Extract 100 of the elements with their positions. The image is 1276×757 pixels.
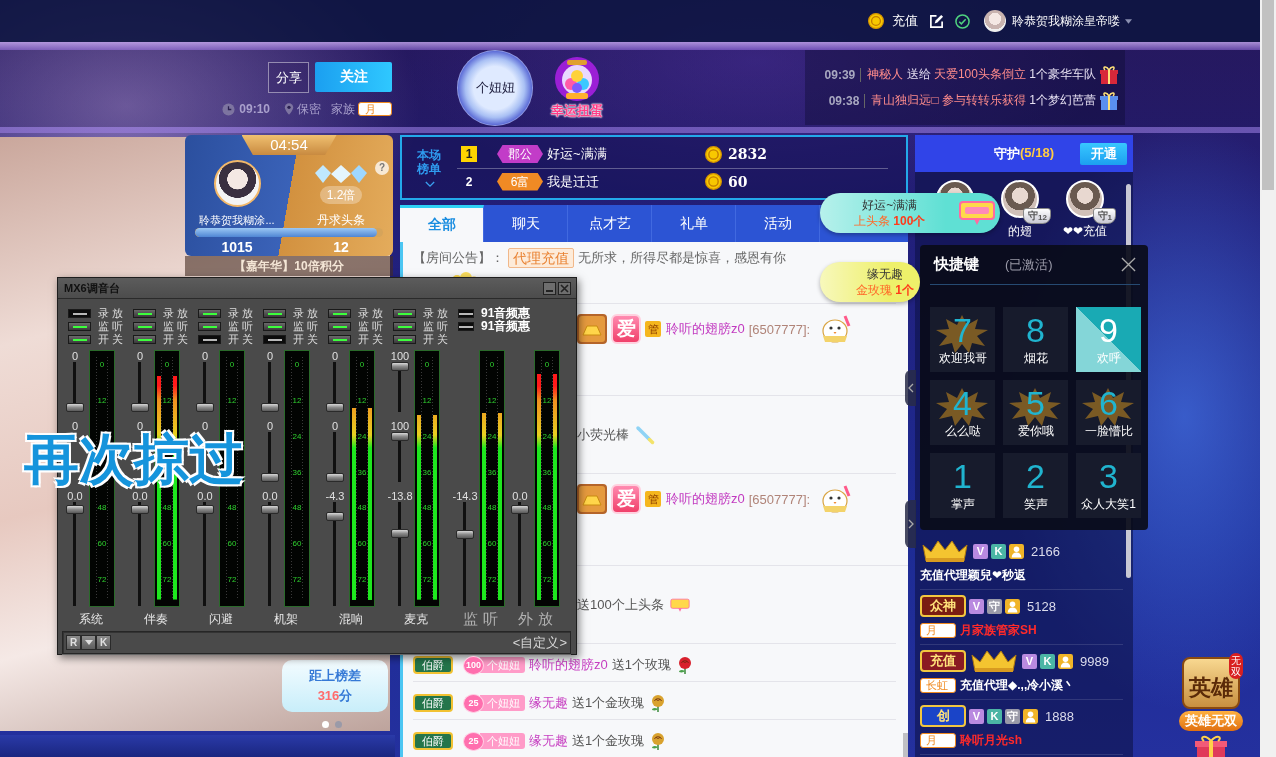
love-badge: 爱 xyxy=(611,314,641,344)
shortcut-key[interactable]: 4 么么哒 xyxy=(930,380,995,445)
slider-thumb[interactable] xyxy=(326,473,344,482)
slider-thumb[interactable] xyxy=(261,473,279,482)
slider-thumb[interactable] xyxy=(326,511,344,521)
slider-thumb[interactable] xyxy=(456,529,474,539)
gap-label: 距上榜差 xyxy=(309,667,361,685)
toggle-switch[interactable] xyxy=(133,309,156,318)
meter-scale-label: 72 xyxy=(227,576,237,584)
family-tag: 月 xyxy=(358,102,392,116)
recharge-button[interactable]: 充值 xyxy=(892,12,918,30)
tab[interactable]: 全部 xyxy=(400,205,484,242)
avatar[interactable] xyxy=(984,10,1006,32)
user-name[interactable]: 聆听的翅膀z0 xyxy=(529,656,608,674)
carousel-dot[interactable] xyxy=(335,721,342,728)
shortcut-key[interactable]: 2 笑声 xyxy=(1003,453,1068,518)
rank-number: 1 xyxy=(461,146,477,162)
toggle-switch[interactable] xyxy=(198,309,221,318)
level-badge: K xyxy=(1040,653,1055,669)
toggle-switch[interactable] xyxy=(328,335,351,344)
fan-club-button[interactable]: 个妞妞 xyxy=(457,50,533,126)
user-name[interactable]: 聆听的翅膀z0 xyxy=(666,490,745,508)
shortcut-key[interactable]: 7 欢迎我哥 xyxy=(930,307,995,372)
toggle-label: 录 放 xyxy=(228,308,254,319)
menu-button[interactable] xyxy=(81,635,96,650)
shortcut-key[interactable]: 6 一脸懵比 xyxy=(1076,380,1141,445)
slider-thumb[interactable] xyxy=(66,504,84,514)
toggle-switch[interactable] xyxy=(328,309,351,318)
user-name[interactable]: 好运~满满 xyxy=(547,145,607,163)
share-button[interactable]: 分享 xyxy=(268,62,309,93)
gift-text: 送1个玫瑰 xyxy=(611,656,671,674)
panel-title: 守护 xyxy=(994,144,1020,163)
viewer-name[interactable]: 充值代理颖兒❤秒返 xyxy=(920,566,1027,584)
viewer-name[interactable]: 充值代理◆.,,冷小溪丶 xyxy=(960,676,1076,694)
check-circle-icon[interactable] xyxy=(955,13,970,29)
toggle-label: 监 听 xyxy=(98,321,124,332)
shortcut-key[interactable]: 5 爱你哦 xyxy=(1003,380,1068,445)
preset-label[interactable]: <自定义> xyxy=(512,633,567,652)
shortcut-key[interactable]: 1 掌声 xyxy=(930,453,995,518)
slider-thumb[interactable] xyxy=(391,432,409,441)
user-name[interactable]: 聆听的翅膀z0 xyxy=(666,320,745,338)
edit-icon[interactable] xyxy=(929,13,944,29)
meter-scale-label: 72 xyxy=(422,576,432,584)
slider-value: 0 xyxy=(331,420,339,432)
toggle-switch[interactable] xyxy=(68,335,91,344)
toggle-switch[interactable] xyxy=(198,322,221,331)
mixer-button[interactable]: R xyxy=(66,635,81,650)
close-button[interactable] xyxy=(558,281,571,295)
close-icon[interactable] xyxy=(1121,257,1136,272)
slider-thumb[interactable] xyxy=(66,403,84,412)
toggle-switch[interactable] xyxy=(263,322,286,331)
help-button[interactable]: ? xyxy=(375,161,389,175)
slider-thumb[interactable] xyxy=(391,528,409,538)
slider-thumb[interactable] xyxy=(511,504,529,514)
toggle-switch[interactable] xyxy=(68,322,91,331)
toggle-switch[interactable] xyxy=(263,335,286,344)
caret-icon[interactable] xyxy=(1125,18,1132,24)
slider-thumb[interactable] xyxy=(131,504,149,514)
toggle-switch[interactable] xyxy=(458,322,474,331)
slider-thumb[interactable] xyxy=(196,504,214,514)
scrollbar-thumb[interactable] xyxy=(903,733,908,757)
toggle-switch[interactable] xyxy=(393,335,416,344)
meter-scale-label: 0 xyxy=(544,361,550,369)
toggle-switch[interactable] xyxy=(133,335,156,344)
user-name[interactable]: 缘无趣 xyxy=(529,732,568,750)
toggle-switch[interactable] xyxy=(393,309,416,318)
slider-thumb[interactable] xyxy=(196,403,214,412)
minimize-button[interactable] xyxy=(543,281,556,295)
shortcut-key[interactable]: 8 烟花 xyxy=(1003,307,1068,372)
meter-scale-label: 48 xyxy=(227,504,237,512)
chevron-down-icon[interactable] xyxy=(424,180,435,188)
panel-handle[interactable] xyxy=(905,500,916,548)
slider-thumb[interactable] xyxy=(326,403,344,412)
toggle-switch[interactable] xyxy=(393,322,416,331)
meter-scale-label: 0 xyxy=(229,361,235,369)
carousel-dot[interactable] xyxy=(322,721,329,728)
viewer-name[interactable]: 月家族管家SH xyxy=(960,621,1037,639)
toggle-switch[interactable] xyxy=(458,309,474,318)
channel-label: 机架 xyxy=(273,611,298,627)
lucky-egg-button[interactable]: 幸运扭蛋 xyxy=(545,56,609,120)
slider-value: 0 xyxy=(266,420,274,432)
toggle-switch[interactable] xyxy=(68,309,91,318)
user-name[interactable]: 缘无趣 xyxy=(529,694,568,712)
scrollbar-thumb[interactable] xyxy=(1262,0,1274,190)
scrollbar[interactable] xyxy=(1260,0,1276,757)
slider-thumb[interactable] xyxy=(131,403,149,412)
toggle-switch[interactable] xyxy=(133,322,156,331)
notice-label: 【房间公告】： xyxy=(413,249,504,267)
toggle-switch[interactable] xyxy=(263,309,286,318)
viewer-name[interactable]: 聆听月光sh xyxy=(960,731,1022,749)
shortcut-key[interactable]: 3 众人大笑1 xyxy=(1076,453,1141,518)
panel-handle[interactable] xyxy=(905,370,916,406)
slider-thumb[interactable] xyxy=(391,362,409,371)
toggle-switch[interactable] xyxy=(198,335,221,344)
toggle-switch[interactable] xyxy=(328,322,351,331)
mixer-button[interactable]: K xyxy=(96,635,111,650)
slider-thumb[interactable] xyxy=(261,504,279,514)
slider-thumb[interactable] xyxy=(261,403,279,412)
user-name[interactable]: 我是迁迁 xyxy=(547,172,599,191)
user-name[interactable]: 聆恭贺我糊涂皇帝喽 xyxy=(1012,12,1120,30)
